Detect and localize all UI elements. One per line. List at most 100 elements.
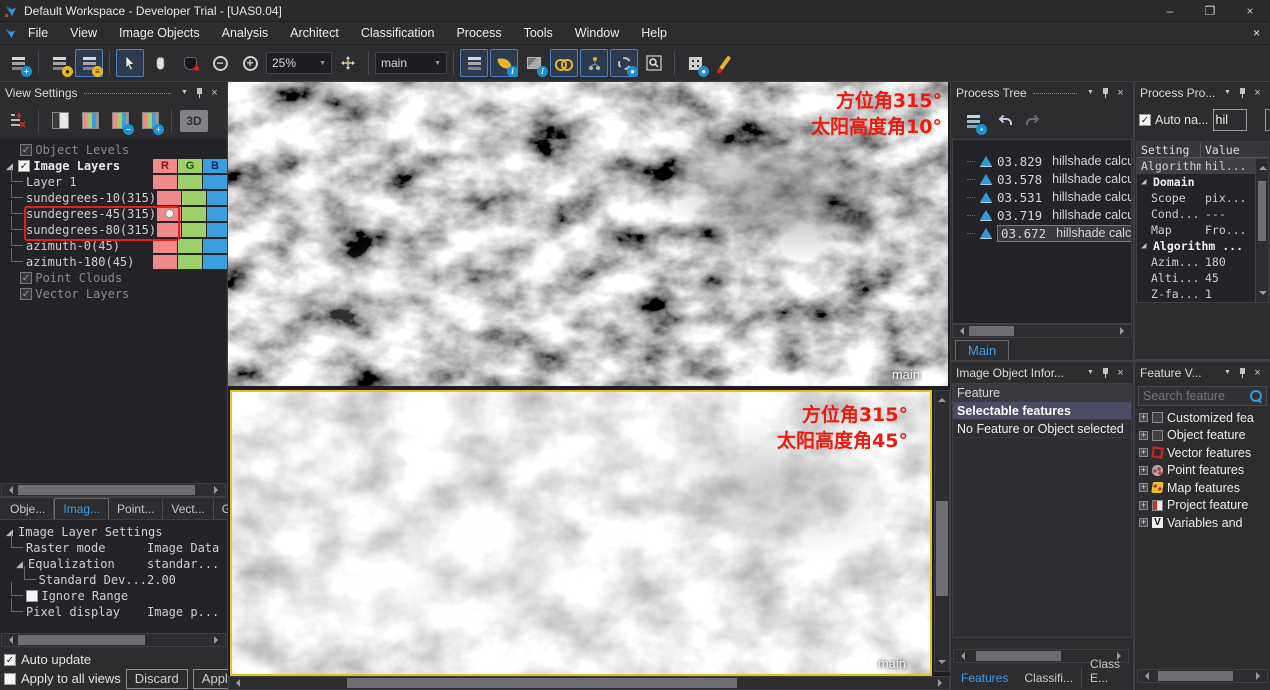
modify-project-button[interactable]: ● [45, 49, 73, 77]
active-layer-radio[interactable] [165, 209, 174, 218]
menu-tools[interactable]: Tools [513, 22, 564, 45]
layer-row[interactable]: Layer 1 [0, 174, 227, 190]
feature-item[interactable]: + V Variables and [1135, 514, 1270, 532]
close-icon[interactable]: × [1113, 87, 1128, 99]
tab-features[interactable]: Features [953, 668, 1016, 688]
process-item[interactable]: 03.719hillshade calcu [953, 206, 1131, 224]
chevron-down-icon[interactable]: ▼ [1083, 369, 1098, 376]
layer-row[interactable]: sundegrees-10(315) [0, 190, 227, 206]
process-tree-hscrollbar[interactable] [952, 324, 1132, 338]
chevron-down-icon[interactable]: ▼ [1220, 369, 1235, 376]
feature-search-box[interactable] [1138, 386, 1267, 406]
pixel-view-button[interactable]: i [490, 49, 518, 77]
view-hscrollbar[interactable] [228, 676, 950, 690]
ils-row-ignore-range[interactable]: Ignore Range [0, 588, 227, 604]
develop-view-button[interactable]: ● [610, 49, 638, 77]
selectable-features-row[interactable]: Selectable features [953, 402, 1131, 420]
pin-icon[interactable] [1101, 87, 1110, 99]
expand-icon[interactable]: + [1139, 501, 1148, 510]
expand-icon[interactable]: + [1139, 518, 1148, 527]
undo-icon[interactable] [997, 113, 1014, 129]
close-icon[interactable]: × [1113, 367, 1128, 379]
save-process-button[interactable]: ▪ [959, 107, 987, 135]
layer-row[interactable]: azimuth-0(45) [0, 238, 227, 254]
process-item[interactable]: 03.578hillshade calcu [953, 170, 1131, 188]
shift-layer-up-button[interactable]: + [137, 108, 163, 134]
feature-item[interactable]: + Vector features [1135, 444, 1270, 462]
tab-class-evaluation[interactable]: Class E... [1082, 654, 1133, 688]
zoom-in-button[interactable]: + [236, 49, 264, 77]
menu-window[interactable]: Window [564, 22, 630, 45]
shift-layer-down-button[interactable]: − [107, 108, 133, 134]
classification-view-button[interactable] [550, 49, 578, 77]
process-item[interactable]: 03.531hillshade calcu [953, 188, 1131, 206]
tab-vector-layers[interactable]: Vect... [163, 499, 213, 519]
minimize-button[interactable]: – [1150, 0, 1190, 21]
tree-item-point-clouds[interactable]: ✓ Point Clouds [0, 270, 227, 286]
property-group[interactable]: ◢ Domain [1137, 174, 1268, 190]
tab-classification[interactable]: Classifi... [1016, 668, 1082, 688]
auto-name-checkbox[interactable]: ✓ [1139, 114, 1151, 126]
feature-view-hscrollbar[interactable] [1137, 669, 1268, 683]
tab-main[interactable]: Main [955, 340, 1009, 360]
checkbox[interactable]: ✓ [20, 272, 32, 284]
three-layer-mix-button[interactable] [77, 108, 103, 134]
ils-row[interactable]: Standard Dev... 2.00 [0, 572, 227, 588]
feature-item[interactable]: + Point features [1135, 462, 1270, 480]
pin-icon[interactable] [1238, 87, 1247, 99]
document-close-button[interactable]: × [1253, 26, 1260, 40]
menu-analysis[interactable]: Analysis [211, 22, 280, 45]
auto-update-checkbox[interactable]: ✓ [4, 654, 16, 666]
process-item[interactable]: 03.829hillshade calcu [953, 152, 1131, 170]
zoom-region-button[interactable] [176, 49, 204, 77]
tab-point-clouds[interactable]: Point... [109, 499, 163, 519]
feature-item[interactable]: + Object feature [1135, 427, 1270, 445]
workspace-grid-button[interactable]: ● [681, 49, 709, 77]
property-row[interactable]: Azim...180 [1137, 254, 1268, 270]
expand-icon[interactable]: + [1139, 431, 1148, 440]
hillshade-view-bottom-active[interactable]: 方位角315° 太阳高度角45° main [230, 390, 932, 676]
view-settings-button[interactable] [460, 49, 488, 77]
tab-image-layers[interactable]: Imag... [54, 498, 109, 519]
close-icon[interactable]: × [207, 87, 222, 99]
chevron-down-icon[interactable]: ▼ [1220, 89, 1235, 96]
object-mean-view-button[interactable]: i [520, 49, 548, 77]
layer-row[interactable]: sundegrees-80(315) [0, 222, 227, 238]
process-name-input[interactable] [1213, 109, 1247, 131]
object-hierarchy-button[interactable] [580, 49, 608, 77]
expand-icon[interactable]: + [1139, 413, 1148, 422]
expander-icon[interactable]: ◢ [1137, 241, 1149, 251]
navigate-button[interactable] [334, 49, 362, 77]
properties-vscrollbar[interactable] [1255, 159, 1268, 302]
close-icon[interactable]: × [1250, 367, 1265, 379]
feature-item[interactable]: + Customized fea [1135, 409, 1270, 427]
tree-item-object-levels[interactable]: ✓ Object Levels [0, 142, 227, 158]
property-group[interactable]: ◢ Algorithm ... [1137, 238, 1268, 254]
expand-icon[interactable]: + [1139, 483, 1148, 492]
ils-root[interactable]: ◢ Image Layer Settings [0, 524, 227, 540]
menu-image-objects[interactable]: Image Objects [108, 22, 211, 45]
menu-view[interactable]: View [59, 22, 108, 45]
menu-architect[interactable]: Architect [279, 22, 350, 45]
view-settings-hscrollbar[interactable] [1, 483, 226, 497]
menu-classification[interactable]: Classification [350, 22, 446, 45]
zoom-out-button[interactable]: − [206, 49, 234, 77]
redo-icon[interactable] [1024, 113, 1041, 129]
property-row[interactable]: Scopepix... [1137, 190, 1268, 206]
expand-icon[interactable]: + [1139, 448, 1148, 457]
checkbox[interactable]: ✓ [20, 144, 32, 156]
new-project-button[interactable]: + [4, 49, 32, 77]
layer-row-selected[interactable]: sundegrees-45(315) [0, 206, 227, 222]
ils-hscrollbar[interactable] [1, 633, 226, 647]
chevron-down-icon[interactable]: ▼ [1083, 89, 1098, 96]
tree-item-vector-layers[interactable]: ✓ Vector Layers [0, 286, 227, 302]
tab-object-levels[interactable]: Obje... [2, 499, 54, 519]
map-select[interactable]: main ▼ [375, 52, 447, 74]
pin-icon[interactable] [1101, 367, 1110, 379]
zoom-preview-button[interactable] [640, 49, 668, 77]
close-icon[interactable]: × [1250, 87, 1265, 99]
checkbox[interactable] [26, 590, 38, 602]
close-button[interactable]: × [1230, 0, 1270, 21]
layer-row[interactable]: azimuth-180(45) [0, 254, 227, 270]
expander-icon[interactable]: ◢ [1137, 177, 1149, 187]
